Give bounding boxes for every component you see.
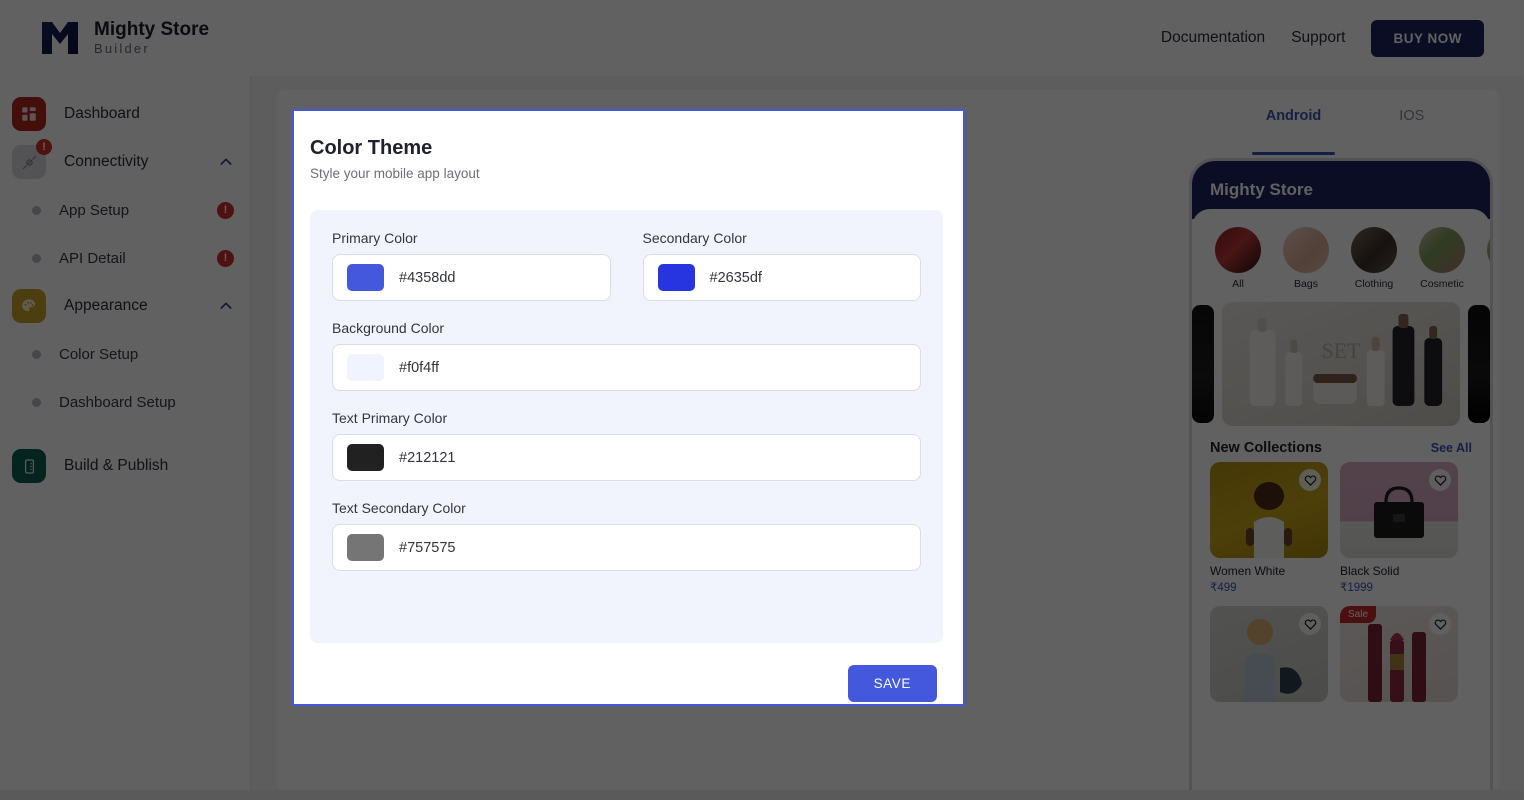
background-color-swatch[interactable]	[347, 354, 384, 381]
field-group-secondary-color: Secondary Color #2635df	[642, 230, 921, 301]
modal-title: Color Theme	[310, 137, 433, 159]
label-background-color: Background Color	[332, 320, 445, 336]
primary-color-input[interactable]: #4358dd	[332, 254, 611, 301]
field-group-primary-color: Primary Color #4358dd	[332, 230, 611, 301]
primary-color-swatch[interactable]	[347, 264, 384, 291]
text-secondary-color-swatch[interactable]	[347, 534, 384, 561]
label-text-secondary-color: Text Secondary Color	[332, 500, 466, 516]
modal-footer: SAVE	[310, 643, 943, 702]
label-primary-color: Primary Color	[332, 230, 418, 246]
text-primary-color-input[interactable]: #212121	[332, 434, 921, 481]
primary-color-value: #4358dd	[399, 269, 456, 286]
field-group-background-color: Background Color #f0f4ff	[332, 320, 921, 391]
save-button[interactable]: SAVE	[847, 665, 937, 702]
secondary-color-swatch[interactable]	[657, 264, 695, 291]
text-primary-color-value: #212121	[399, 449, 456, 466]
color-fields-panel: Primary Color #4358dd Secondary Color #2…	[310, 210, 943, 643]
app-root: Mighty Store Builder Documentation Suppo…	[0, 0, 1524, 800]
color-theme-modal: Color Theme Style your mobile app layout…	[292, 109, 965, 706]
text-secondary-color-value: #757575	[399, 539, 456, 556]
text-secondary-color-input[interactable]: #757575	[332, 524, 921, 571]
modal-subtitle: Style your mobile app layout	[310, 166, 480, 181]
secondary-color-input[interactable]: #2635df	[642, 254, 921, 301]
field-group-text-secondary-color: Text Secondary Color #757575	[332, 500, 921, 571]
background-color-input[interactable]: #f0f4ff	[332, 344, 921, 391]
background-color-value: #f0f4ff	[399, 359, 440, 376]
text-primary-color-swatch[interactable]	[347, 444, 384, 471]
secondary-color-value: #2635df	[709, 269, 762, 286]
label-secondary-color: Secondary Color	[642, 230, 747, 246]
label-text-primary-color: Text Primary Color	[332, 410, 448, 426]
field-group-text-primary-color: Text Primary Color #212121	[332, 410, 921, 481]
